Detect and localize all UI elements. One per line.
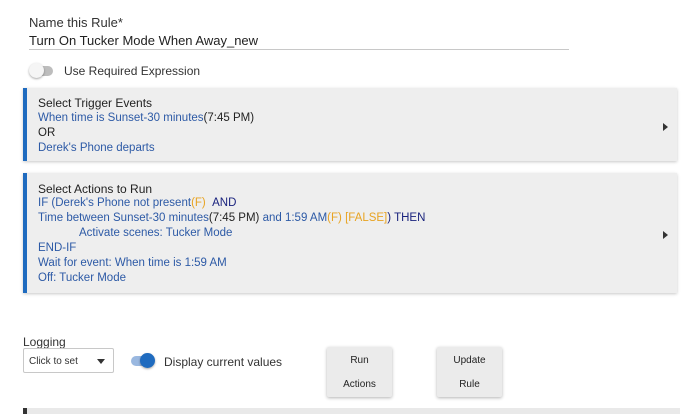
update-rule-button[interactable]: Update Rule xyxy=(437,347,502,397)
trigger-line-time: When time is Sunset-30 minutes(7:45 PM) xyxy=(38,112,254,124)
run-button-label-line1: Run xyxy=(350,355,369,366)
if-condition-text: IF (Derek's Phone not present xyxy=(38,197,192,209)
caret-right-icon[interactable] xyxy=(663,123,668,131)
time-false-flag: [FALSE] xyxy=(345,212,388,224)
display-current-values-toggle[interactable] xyxy=(129,353,155,368)
run-actions-button[interactable]: Run Actions xyxy=(327,347,392,397)
logging-label: Logging xyxy=(23,335,66,349)
actions-panel-title: Select Actions to Run xyxy=(38,182,153,196)
toggle-thumb xyxy=(29,63,44,78)
time-then: ) THEN xyxy=(387,212,426,224)
action-wait: Wait for event: When time is 1:59 AM xyxy=(38,257,227,269)
trigger-or: OR xyxy=(38,127,56,139)
time-end-text: and 1:59 AM xyxy=(259,212,328,224)
time-flag: (F) xyxy=(327,212,342,224)
caret-right-icon[interactable] xyxy=(663,231,668,239)
rule-name-input[interactable] xyxy=(29,31,569,50)
next-panel-edge xyxy=(23,408,680,414)
action-off: Off: Tucker Mode xyxy=(38,272,126,284)
if-flag: (F) xyxy=(191,197,206,209)
action-activate-scenes: Activate scenes: Tucker Mode xyxy=(79,227,233,239)
logging-select-value: Click to set xyxy=(29,356,78,367)
logging-select[interactable]: Click to set xyxy=(23,348,114,373)
required-expression-label: Use Required Expression xyxy=(64,64,201,78)
caret-down-icon xyxy=(97,359,105,364)
if-and: AND xyxy=(212,197,237,209)
time-between-value: (7:45 PM) xyxy=(208,212,260,224)
trigger-time-value: (7:45 PM) xyxy=(203,112,255,124)
trigger-events-panel[interactable]: Select Trigger Events When time is Sunse… xyxy=(23,88,677,161)
display-current-values-label: Display current values xyxy=(164,355,283,369)
run-button-label-line2: Actions xyxy=(343,379,376,390)
required-expression-toggle[interactable] xyxy=(29,63,55,78)
action-time-line: Time between Sunset-30 minutes(7:45 PM) … xyxy=(38,212,425,224)
update-button-label-line2: Rule xyxy=(459,379,480,390)
time-between-text: Time between Sunset-30 minutes xyxy=(38,212,209,224)
trigger-line-phone: Derek's Phone departs xyxy=(38,142,155,154)
action-end-if: END-IF xyxy=(38,242,77,254)
update-button-label-line1: Update xyxy=(453,355,486,366)
rule-name-label: Name this Rule* xyxy=(29,15,123,30)
action-if-line: IF (Derek's Phone not present(F) AND xyxy=(38,197,236,209)
trigger-panel-title: Select Trigger Events xyxy=(38,96,153,110)
toggle-thumb xyxy=(140,353,155,368)
trigger-time-text: When time is Sunset-30 minutes xyxy=(38,112,204,124)
actions-panel[interactable]: Select Actions to Run IF (Derek's Phone … xyxy=(23,173,677,293)
